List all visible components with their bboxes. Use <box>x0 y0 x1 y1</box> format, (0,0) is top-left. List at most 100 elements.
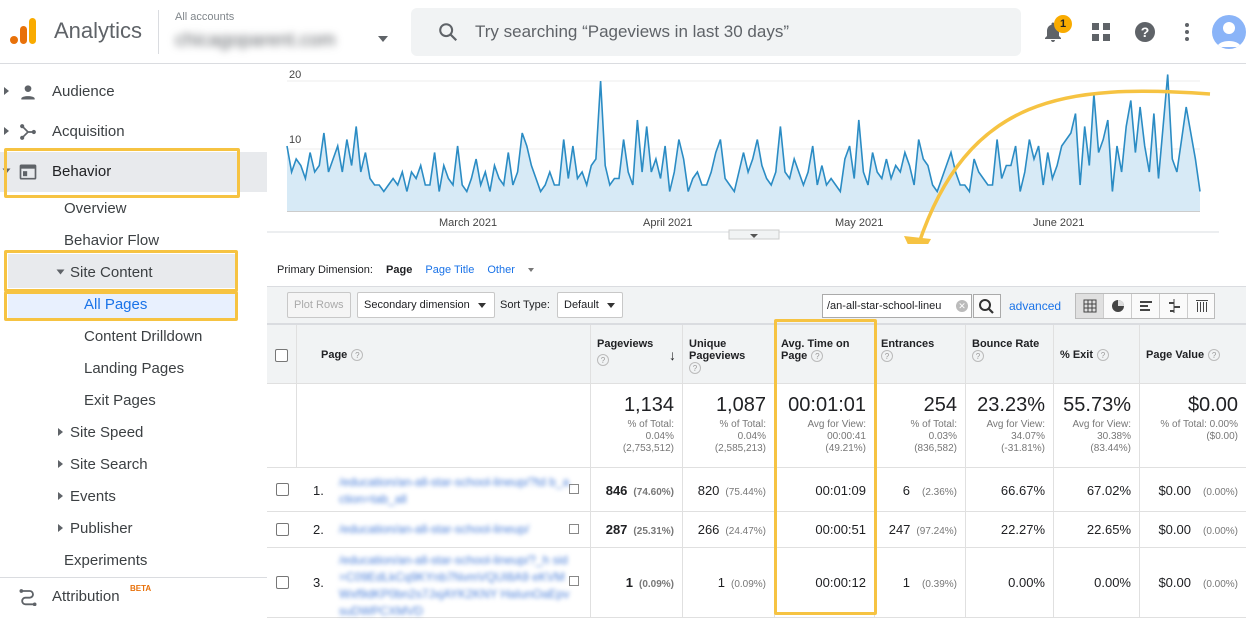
clear-filter-icon[interactable]: ✕ <box>956 300 968 312</box>
col-header-unique-pageviews[interactable]: Unique Pageviews? <box>683 325 775 383</box>
help-icon[interactable]: ? <box>1133 20 1157 44</box>
sidebar-item-experiments[interactable]: Experiments <box>64 552 147 569</box>
y-tick-label: 10 <box>289 134 301 146</box>
term-cloud-view-icon[interactable] <box>1188 294 1216 318</box>
page-url-link[interactable]: /education/an-all-star-school-lineup/?_h… <box>339 552 571 620</box>
summary-detail-line: 34.07% <box>1011 431 1045 442</box>
cell-value: 247 (97.24%) <box>889 522 957 537</box>
sidebar-item-content-drilldown[interactable]: Content Drilldown <box>84 328 202 345</box>
help-icon[interactable]: ? <box>351 349 364 362</box>
row-pageviews: 287 (25.31%) <box>591 512 683 547</box>
notification-count-badge: 1 <box>1054 15 1072 33</box>
sidebar-item-audience[interactable]: Audience <box>0 72 267 112</box>
value-number: 6 <box>902 483 910 498</box>
user-avatar[interactable] <box>1212 15 1246 49</box>
col-header-label: Pageviews <box>597 338 654 350</box>
cell-value: 820 (75.44%) <box>698 483 766 498</box>
help-icon[interactable]: ? <box>1097 349 1110 362</box>
select-all-checkbox[interactable] <box>275 349 288 362</box>
help-icon[interactable]: ? <box>881 350 893 363</box>
cell-value: 846 (74.60%) <box>606 483 674 498</box>
sort-descending-icon[interactable]: ↓ <box>669 347 676 363</box>
summary-value: 1,134 <box>623 394 674 416</box>
search-bar[interactable]: Try searching “Pageviews in last 30 days… <box>411 8 1021 56</box>
data-table-view-icon[interactable] <box>1076 294 1104 318</box>
site-content-highlight-box <box>4 250 238 292</box>
page-url-link[interactable]: /education/an-all-star-school-lineup/ <box>339 521 571 538</box>
cell-value: 22.65% <box>1086 522 1131 537</box>
chevron-down-icon <box>606 302 615 308</box>
sidebar-item-site-search[interactable]: Site Search <box>70 456 148 473</box>
sidebar-item-attribution[interactable]: Attribution <box>52 588 120 605</box>
table-toolbar: Plot Rows Secondary dimension Sort Type:… <box>267 286 1246 324</box>
table-view-switcher <box>1075 293 1215 319</box>
col-header-page-value[interactable]: Page Value? <box>1140 325 1246 383</box>
sidebar-item-publisher[interactable]: Publisher <box>70 520 133 537</box>
chevron-down-icon[interactable] <box>378 36 388 42</box>
summary-blank-cell <box>267 384 297 467</box>
dimension-page[interactable]: Page <box>386 264 412 276</box>
primary-dimension-label: Primary Dimension: <box>277 264 373 276</box>
y-tick-label: 20 <box>289 69 301 81</box>
help-icon[interactable]: ? <box>689 362 701 375</box>
open-external-icon[interactable] <box>569 576 579 586</box>
col-header-bounce-rate[interactable]: Bounce Rate? <box>966 325 1054 383</box>
row-page-value: $0.00 (0.00%) <box>1140 512 1246 547</box>
open-external-icon[interactable] <box>569 484 579 494</box>
sidebar-item-exit-pages[interactable]: Exit Pages <box>84 392 156 409</box>
row-number: 2. <box>313 522 324 537</box>
cell-value: 1 (0.09%) <box>718 575 766 590</box>
advanced-filter-link[interactable]: advanced <box>1009 299 1061 313</box>
performance-view-icon[interactable] <box>1132 294 1160 318</box>
row-entrances: 6 (2.36%) <box>875 468 966 511</box>
sidebar-item-overview[interactable]: Overview <box>64 200 127 217</box>
dimension-page-title[interactable]: Page Title <box>425 264 474 276</box>
row-checkbox[interactable] <box>276 523 289 536</box>
value-number: 266 <box>697 522 720 537</box>
comparison-view-icon[interactable] <box>1160 294 1188 318</box>
sidebar-item-landing-pages[interactable]: Landing Pages <box>84 360 184 377</box>
value-number: 1 <box>902 575 910 590</box>
plot-rows-button[interactable]: Plot Rows <box>287 292 351 318</box>
sidebar-item-acquisition[interactable]: Acquisition <box>0 112 267 152</box>
help-icon[interactable]: ? <box>597 354 609 366</box>
secondary-dimension-dropdown[interactable]: Secondary dimension <box>357 292 495 318</box>
cell-value: 1 (0.09%) <box>626 575 674 590</box>
help-icon[interactable]: ? <box>1208 349 1221 362</box>
sort-type-dropdown[interactable]: Default <box>557 292 623 318</box>
sidebar-item-behavior-flow[interactable]: Behavior Flow <box>64 232 159 249</box>
col-header-page[interactable]: Page? <box>297 325 591 383</box>
person-icon <box>1217 22 1241 47</box>
dimension-other[interactable]: Other <box>487 264 544 276</box>
value-percent: (0.00%) <box>1202 487 1238 498</box>
page-url-link[interactable]: /education/an-all-star-school-lineup/?td… <box>339 474 571 508</box>
apps-grid-icon[interactable] <box>1089 20 1113 44</box>
row-checkbox[interactable] <box>276 576 289 589</box>
more-vert-icon[interactable] <box>1175 20 1199 44</box>
help-icon[interactable]: ? <box>972 350 984 363</box>
table-filter-input[interactable]: /an-all-star-school-lineu <box>822 294 972 318</box>
open-external-icon[interactable] <box>569 524 579 534</box>
summary-exit: 55.73% Avg for View: 30.38% (83.44%) <box>1054 384 1140 467</box>
row-pageviews: 1 (0.09%) <box>591 548 683 617</box>
row-checkbox[interactable] <box>276 483 289 496</box>
acquisition-icon <box>20 124 36 140</box>
row-bounce-rate: 22.27% <box>966 512 1054 547</box>
sidebar-item-site-speed[interactable]: Site Speed <box>70 424 143 441</box>
col-header-exit[interactable]: % Exit? <box>1054 325 1140 383</box>
row-unique-pageviews: 266 (24.47%) <box>683 512 775 547</box>
cell-value: 22.27% <box>1000 522 1045 537</box>
col-header-entrances[interactable]: Entrances? <box>875 325 966 383</box>
pie-chart-view-icon[interactable] <box>1104 294 1132 318</box>
row-unique-pageviews: 820 (75.44%) <box>683 468 775 511</box>
summary-page-cell <box>297 384 591 467</box>
analytics-logo-icon[interactable] <box>8 16 38 46</box>
filter-search-button[interactable] <box>973 294 1001 318</box>
account-selector[interactable]: chicagoparent.com <box>175 30 336 52</box>
col-header-label: % Exit <box>1060 349 1094 361</box>
summary-detail-line: 30.38% <box>1097 431 1131 442</box>
summary-detail-line: Avg for View: <box>1072 419 1131 430</box>
sidebar-item-events[interactable]: Events <box>70 488 116 505</box>
col-header-pageviews[interactable]: Pageviews? ↓ <box>591 325 683 383</box>
all-accounts-breadcrumb[interactable]: All accounts <box>175 11 234 23</box>
